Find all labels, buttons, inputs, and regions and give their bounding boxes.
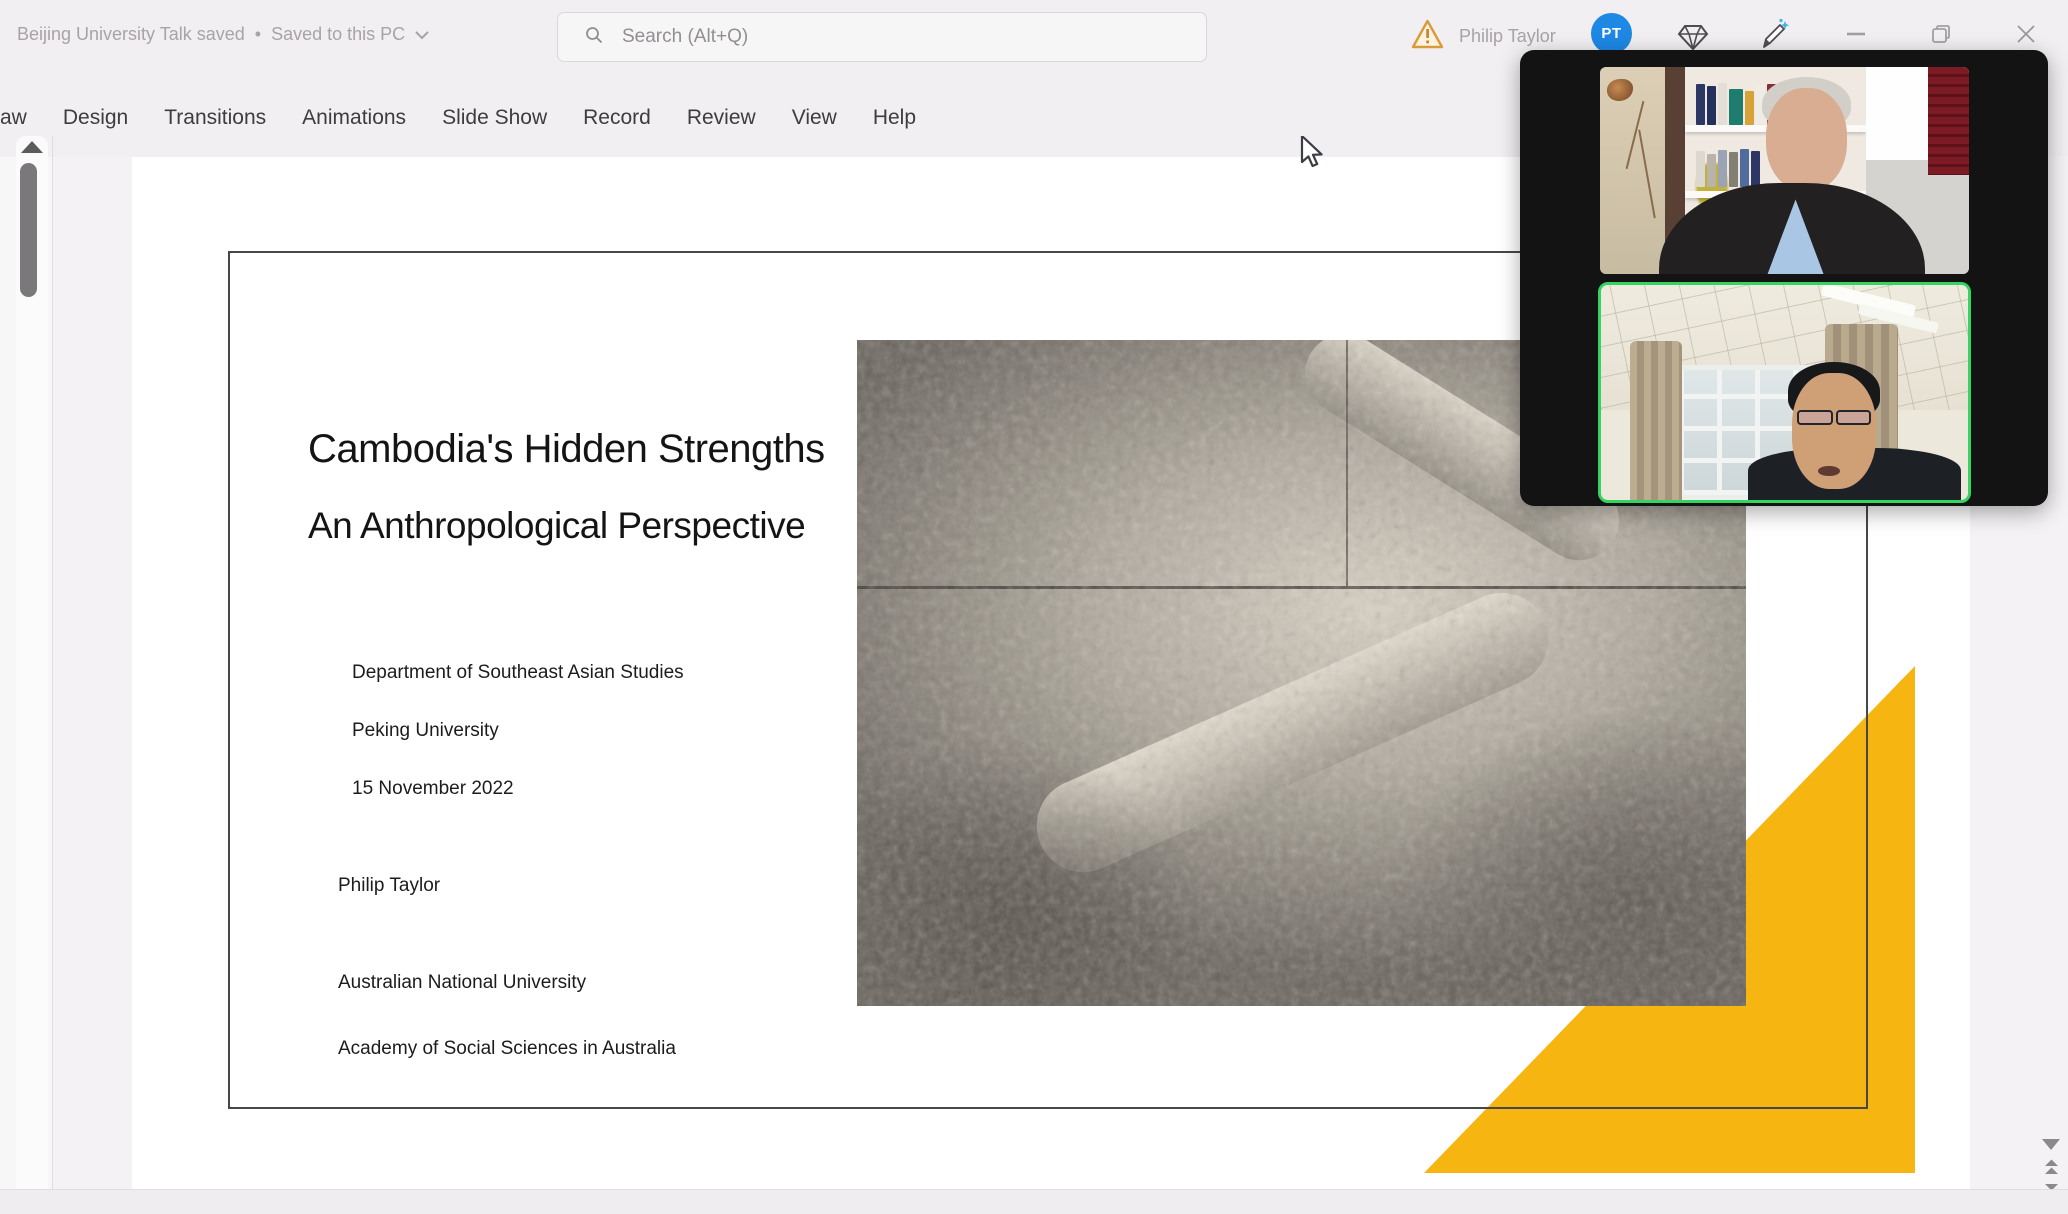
tab-help[interactable]: Help: [873, 106, 916, 130]
ribbon-tab-bar: aw Design Transitions Animations Slide S…: [0, 95, 916, 140]
red-textile: [1928, 67, 1969, 175]
account-user-name[interactable]: Philip Taylor: [1459, 26, 1556, 47]
restore-button[interactable]: [1923, 16, 1959, 52]
flower-stem: [1638, 130, 1656, 219]
book-row: [1696, 146, 1760, 187]
document-status-text: Beijing University Talk saved: [17, 24, 245, 45]
glasses: [1797, 410, 1870, 425]
scroll-up-arrow-icon[interactable]: [21, 141, 43, 153]
document-title: Beijing University Talk saved • Saved to…: [17, 20, 429, 48]
search-bar[interactable]: [557, 12, 1207, 62]
mouse-cursor: [1300, 136, 1328, 173]
panel-gutter: [53, 157, 132, 1189]
search-icon: [584, 25, 604, 50]
institution-block[interactable]: Department of Southeast Asian Studies Pe…: [352, 629, 684, 832]
tab-transitions[interactable]: Transitions: [164, 106, 266, 130]
minimize-button[interactable]: [1838, 16, 1874, 52]
participant-video-remote[interactable]: [1600, 67, 1969, 274]
tab-slide-show[interactable]: Slide Show: [442, 106, 547, 130]
search-input[interactable]: [620, 25, 1140, 49]
slide-author[interactable]: Philip Taylor: [338, 875, 440, 897]
save-location-text[interactable]: Saved to this PC: [271, 24, 405, 45]
status-bar: [0, 1189, 2068, 1214]
slide-title[interactable]: Cambodia's Hidden Strengths: [308, 427, 825, 472]
person-face: [1766, 88, 1847, 192]
scrollbar-down-arrow-icon[interactable]: [2042, 1139, 2060, 1150]
avatar[interactable]: PT: [1591, 13, 1632, 54]
tab-record[interactable]: Record: [583, 106, 651, 130]
flower-decoration: [1607, 79, 1633, 101]
thumbnail-scrollbar-thumb[interactable]: [20, 163, 37, 297]
participant-video-active-speaker[interactable]: [1598, 282, 1971, 503]
institution-line: Department of Southeast Asian Studies: [352, 658, 684, 687]
institution-line: 15 November 2022: [352, 774, 684, 803]
affiliation-line: Australian National University: [338, 966, 676, 999]
title-separator: •: [255, 24, 261, 45]
slide-subtitle[interactable]: An Anthropological Perspective: [308, 505, 805, 547]
institution-line: Peking University: [352, 716, 684, 745]
chevron-down-icon[interactable]: [415, 24, 429, 45]
warning-icon[interactable]: [1411, 19, 1444, 54]
close-button[interactable]: [2008, 16, 2044, 52]
person-mouth: [1818, 466, 1840, 477]
previous-slide-button[interactable]: [2043, 1158, 2060, 1181]
tab-draw-partial[interactable]: aw: [0, 106, 27, 130]
tab-review[interactable]: Review: [687, 106, 756, 130]
powerpoint-window: Beijing University Talk saved • Saved to…: [0, 0, 2068, 1214]
tab-design[interactable]: Design: [63, 106, 128, 130]
tab-animations[interactable]: Animations: [302, 106, 406, 130]
curtain-left: [1630, 341, 1681, 500]
affiliation-line: Academy of Social Sciences in Australia: [338, 1032, 676, 1065]
thumbnail-scrollbar-track[interactable]: [16, 136, 48, 1214]
affiliation-block[interactable]: Australian National University Academy o…: [338, 933, 676, 1098]
video-call-overlay[interactable]: [1520, 50, 2048, 506]
tab-view[interactable]: View: [792, 106, 837, 130]
